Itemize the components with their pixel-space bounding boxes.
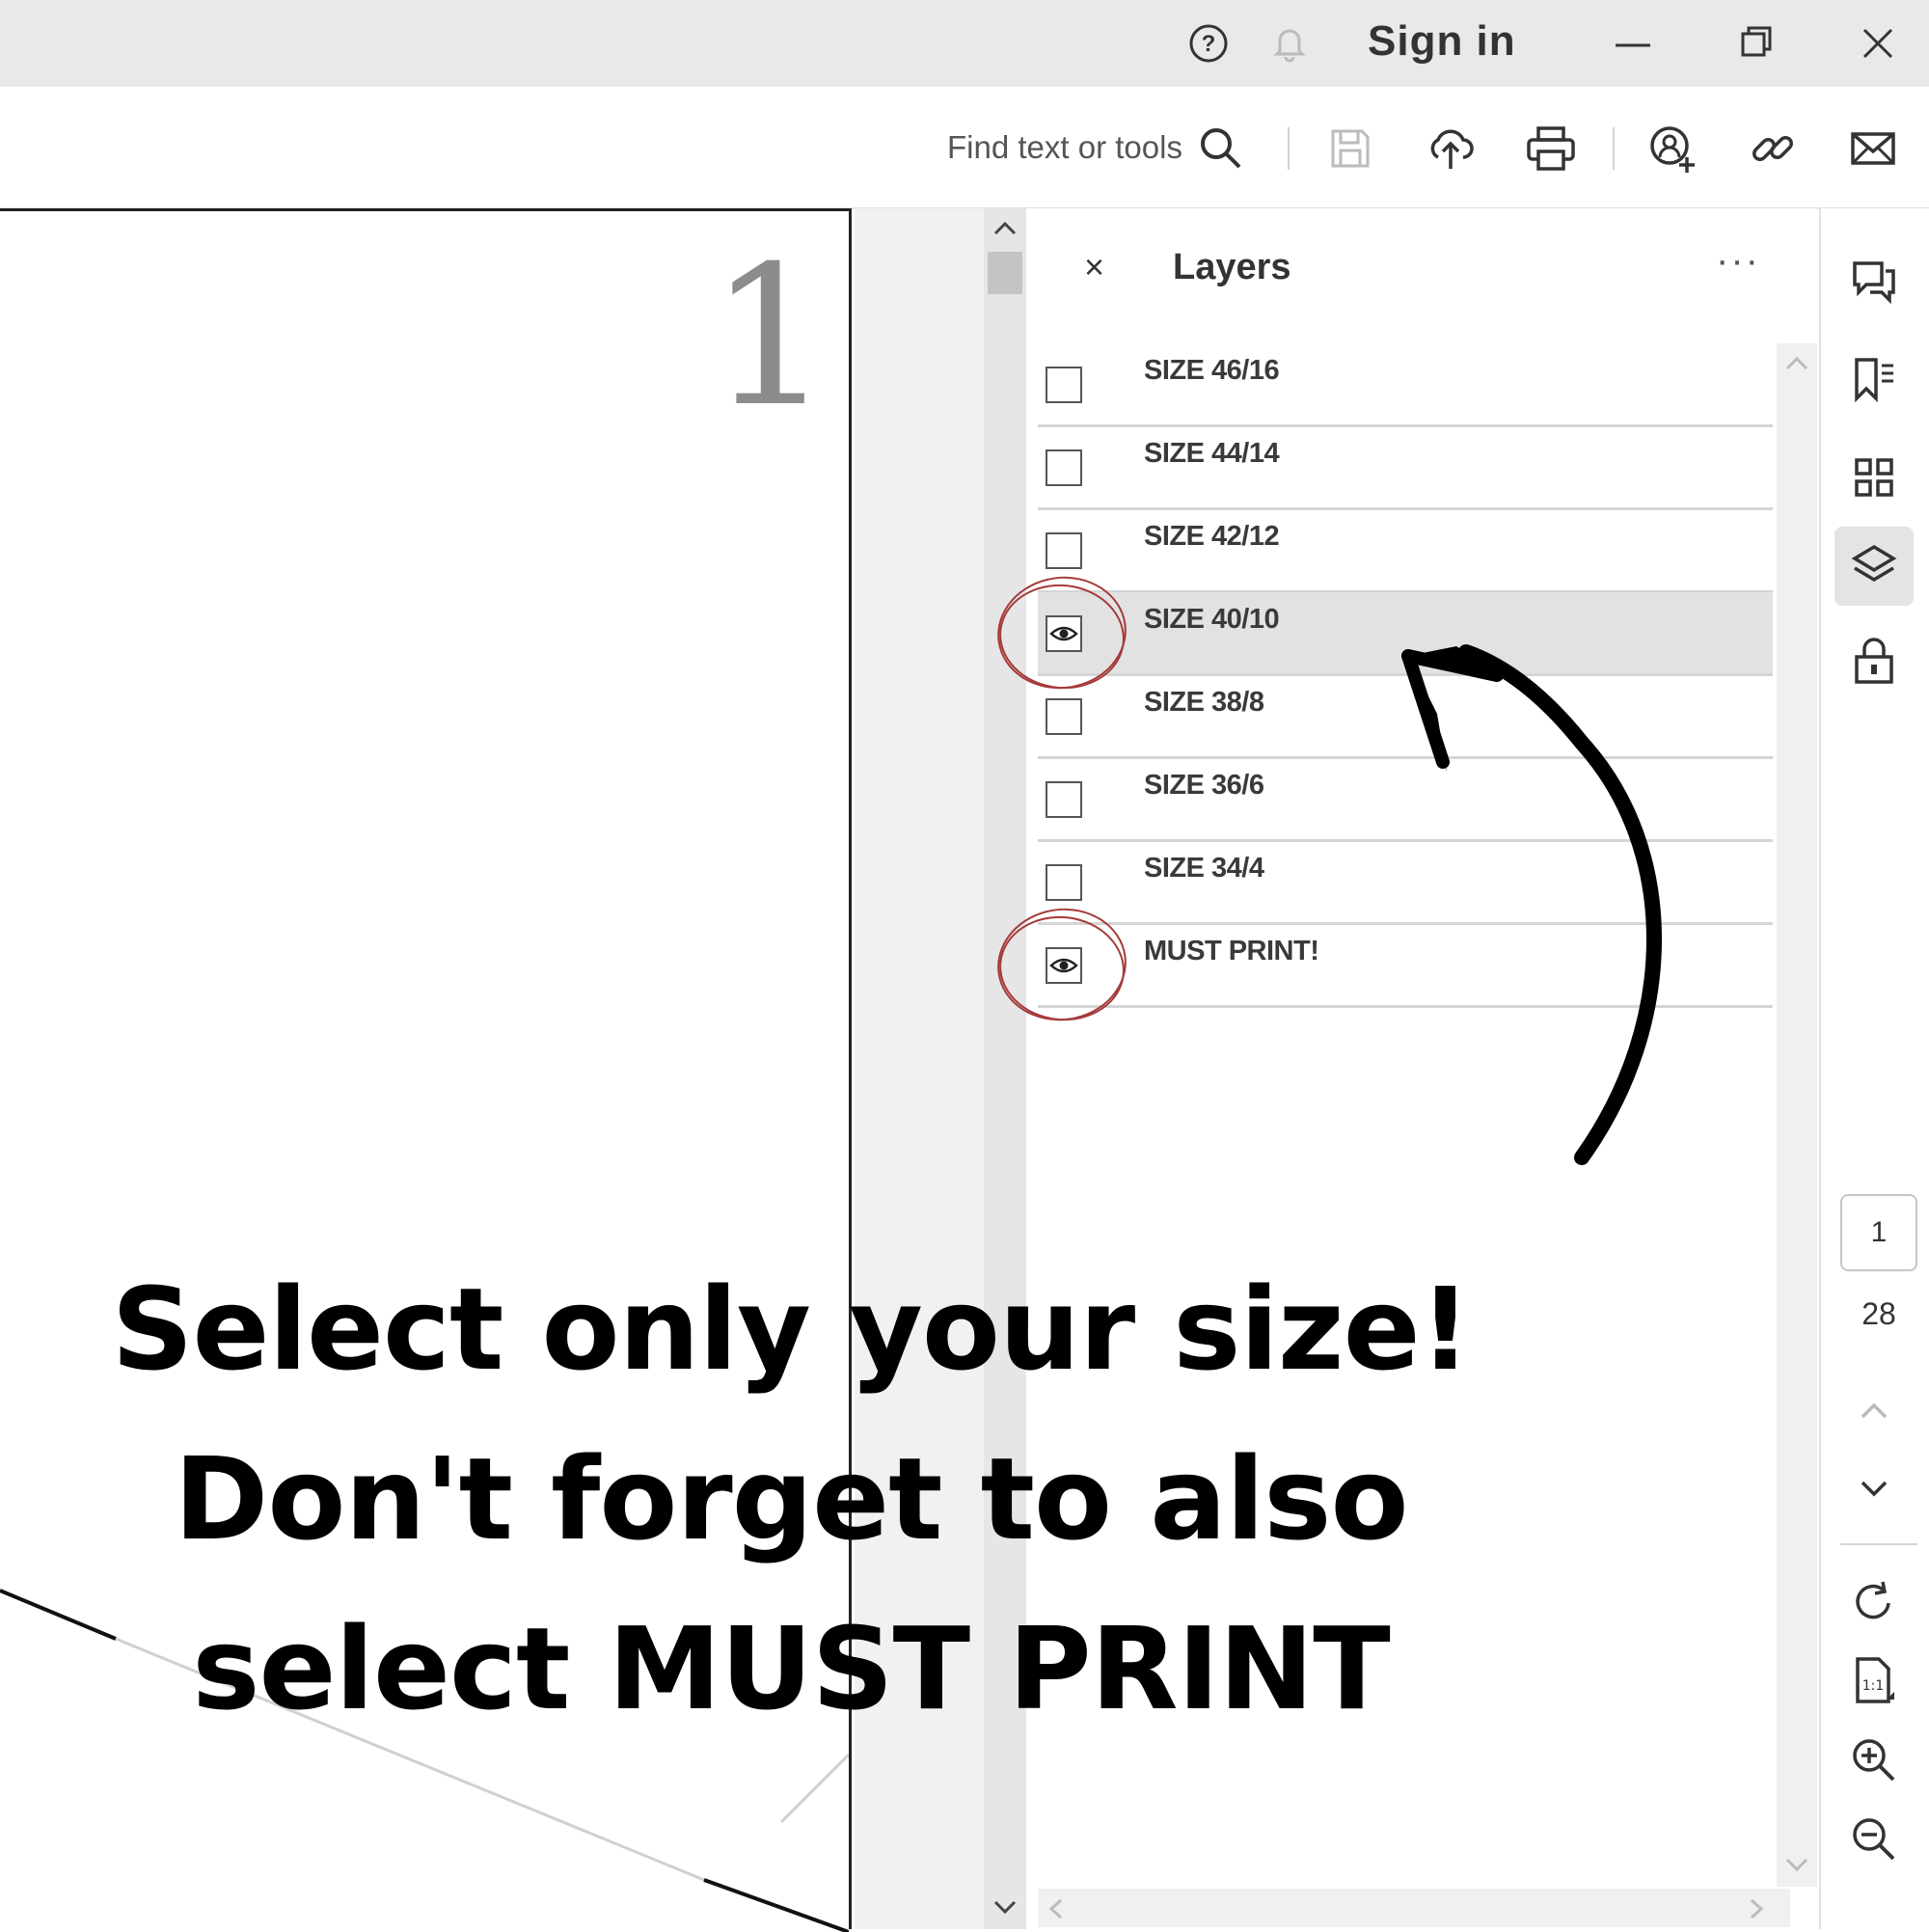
layer-row[interactable]: SIZE 44/14 xyxy=(1038,426,1773,510)
rail-divider xyxy=(1840,1543,1917,1545)
layer-visibility-checkbox[interactable] xyxy=(1046,698,1082,735)
save-icon[interactable] xyxy=(1321,120,1379,177)
rotate-icon[interactable] xyxy=(1840,1568,1908,1636)
layer-label: SIZE 44/14 xyxy=(1144,438,1280,469)
zoom-out-icon[interactable] xyxy=(1840,1806,1908,1873)
svg-text:1:1: 1:1 xyxy=(1862,1678,1885,1694)
scroll-down-icon[interactable] xyxy=(1784,1856,1809,1873)
lock-icon[interactable] xyxy=(1840,627,1908,694)
next-page-icon[interactable] xyxy=(1840,1455,1908,1522)
close-window-icon[interactable] xyxy=(1854,19,1902,68)
minimize-icon[interactable] xyxy=(1609,19,1657,68)
print-icon[interactable] xyxy=(1522,120,1580,177)
scrollbar-thumb[interactable] xyxy=(988,252,1022,294)
scroll-up-icon[interactable] xyxy=(992,218,1019,237)
layer-visibility-checkbox[interactable] xyxy=(1046,532,1082,569)
page-number-display: 1 xyxy=(709,225,832,449)
thumbnails-icon[interactable] xyxy=(1840,444,1908,511)
layer-label: SIZE 36/6 xyxy=(1144,770,1264,801)
comment-icon[interactable] xyxy=(1840,247,1908,314)
layers-icon[interactable] xyxy=(1834,527,1914,606)
help-icon[interactable]: ? xyxy=(1184,19,1233,68)
layer-label: SIZE 46/16 xyxy=(1144,355,1280,386)
bookmark-icon[interactable] xyxy=(1840,345,1908,413)
caption-line-3: select MUST PRINT xyxy=(192,1602,1390,1735)
title-bar: ? Sign in xyxy=(0,0,1929,87)
layers-scrollbar[interactable] xyxy=(1777,343,1817,1887)
link-icon[interactable] xyxy=(1744,120,1802,177)
svg-text:?: ? xyxy=(1202,31,1216,57)
scroll-up-icon[interactable] xyxy=(1784,355,1809,372)
search-icon[interactable] xyxy=(1192,120,1250,177)
layer-label: SIZE 34/4 xyxy=(1144,853,1264,884)
find-text-input[interactable]: Find text or tools xyxy=(947,129,1182,166)
previous-page-icon[interactable] xyxy=(1840,1377,1908,1445)
layers-horizontal-scrollbar[interactable] xyxy=(1038,1889,1790,1927)
layer-visibility-checkbox[interactable] xyxy=(1046,449,1082,486)
cloud-upload-icon[interactable] xyxy=(1422,120,1480,177)
scroll-right-icon[interactable] xyxy=(1748,1898,1765,1919)
right-tool-rail: 1 28 1:1 xyxy=(1819,208,1929,1929)
scroll-down-icon[interactable] xyxy=(992,1898,1019,1918)
layer-label: SIZE 38/8 xyxy=(1144,687,1264,718)
actual-size-icon[interactable]: 1:1 xyxy=(1840,1647,1908,1715)
email-icon[interactable] xyxy=(1844,120,1902,177)
toolbar: Find text or tools xyxy=(0,87,1929,209)
layer-label: SIZE 40/10 xyxy=(1144,604,1280,635)
caption-line-2: Don't forget to also xyxy=(174,1432,1408,1565)
layer-visibility-checkbox[interactable] xyxy=(1046,367,1082,403)
zoom-in-icon[interactable] xyxy=(1840,1727,1908,1794)
scroll-left-icon[interactable] xyxy=(1047,1898,1065,1919)
panel-title: Layers xyxy=(1173,247,1291,287)
layer-row[interactable]: SIZE 42/12 xyxy=(1038,509,1773,593)
close-panel-icon[interactable]: × xyxy=(1084,247,1104,287)
restore-icon[interactable] xyxy=(1732,19,1780,68)
layer-visibility-checkbox[interactable] xyxy=(1046,864,1082,901)
toolbar-divider xyxy=(1288,127,1290,170)
toolbar-divider xyxy=(1613,127,1615,170)
annotation-arrow xyxy=(1401,644,1662,1165)
total-pages: 28 xyxy=(1861,1296,1896,1331)
layer-visibility-checkbox[interactable] xyxy=(1046,781,1082,818)
layer-label: MUST PRINT! xyxy=(1144,936,1319,966)
share-user-icon[interactable] xyxy=(1644,120,1701,177)
layer-row[interactable]: SIZE 46/16 xyxy=(1038,343,1773,427)
instruction-caption: Select only your size! Don't forget to a… xyxy=(0,1244,1582,1754)
caption-line-1: Select only your size! xyxy=(111,1263,1472,1396)
current-page-input[interactable]: 1 xyxy=(1840,1194,1917,1271)
layer-label: SIZE 42/12 xyxy=(1144,521,1280,552)
more-options-icon[interactable]: ··· xyxy=(1716,239,1760,283)
bell-icon[interactable] xyxy=(1265,19,1314,68)
sign-in-button[interactable]: Sign in xyxy=(1368,17,1516,66)
